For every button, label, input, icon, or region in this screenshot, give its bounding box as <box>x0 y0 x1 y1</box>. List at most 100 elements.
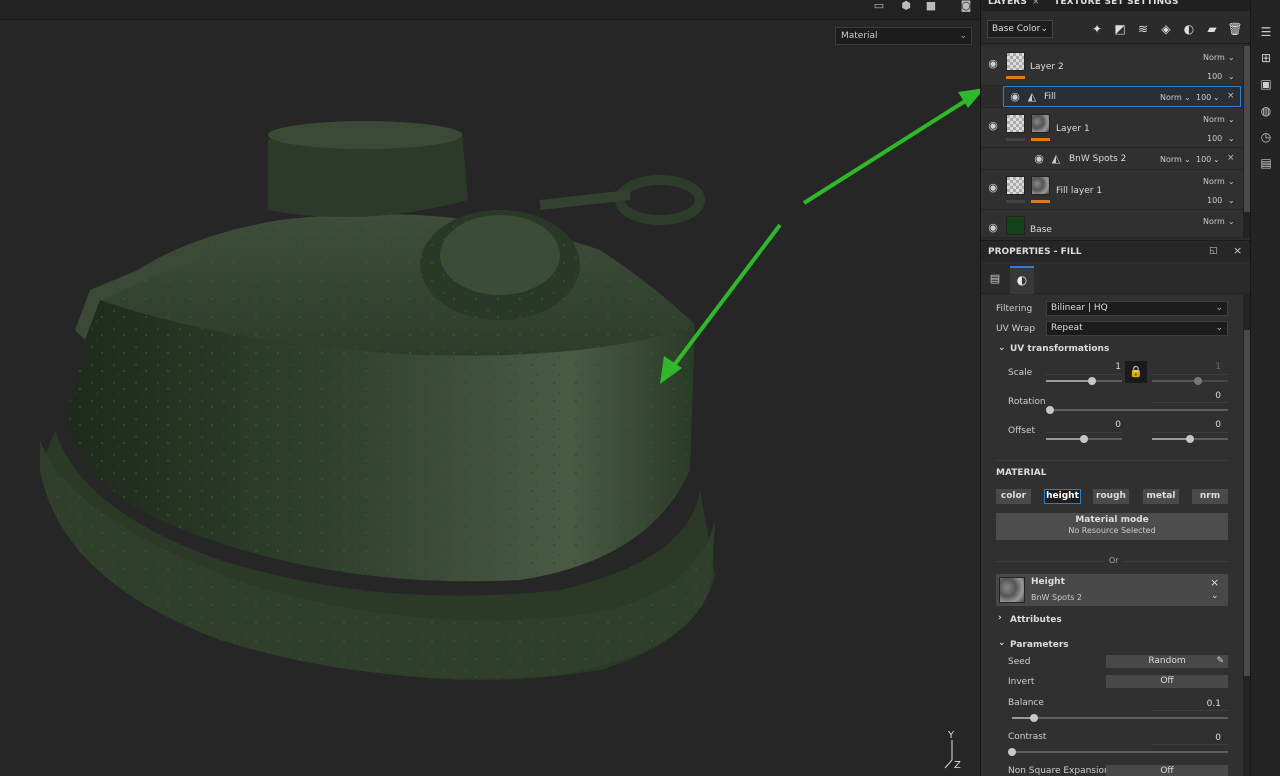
invert-toggle[interactable]: Off <box>1106 675 1228 688</box>
material-color-button[interactable]: color <box>996 489 1031 504</box>
shader-settings-icon[interactable]: ◍ <box>1258 103 1274 119</box>
blend-mode[interactable]: Norm <box>1203 115 1225 124</box>
opacity-value[interactable]: 100 <box>1207 134 1222 143</box>
remove-effect-button[interactable]: × <box>1227 153 1235 163</box>
material-nrm-button[interactable]: nrm <box>1192 489 1228 504</box>
chevron-down-icon[interactable]: ⌄ <box>1211 591 1219 601</box>
balance-knob[interactable] <box>1029 714 1038 722</box>
non-square-toggle[interactable]: Off <box>1106 765 1228 776</box>
eye-icon[interactable]: ◉ <box>986 222 1000 233</box>
blend-mode[interactable]: Norm <box>1160 93 1182 102</box>
offset-value[interactable]: 0 <box>1081 420 1121 430</box>
contrast-knob[interactable] <box>1008 748 1016 756</box>
eye-icon[interactable]: ◉ <box>986 182 1000 193</box>
layer-row[interactable]: ◉ Layer 1 Norm ⌄ 100 ⌄ <box>981 108 1243 148</box>
add-fill-layer-icon[interactable]: ◈ <box>1158 21 1174 37</box>
balance-slider[interactable] <box>1012 714 1228 722</box>
layer-row[interactable]: ◉ Base Norm ⌄ <box>981 210 1243 238</box>
blend-mode[interactable]: Norm <box>1160 155 1182 164</box>
edit-pencil-icon[interactable]: ✎ <box>1216 655 1224 668</box>
scale-value[interactable]: 1 <box>1081 362 1121 372</box>
offset-slider[interactable] <box>1046 435 1122 443</box>
material-mode-subtitle: No Resource Selected <box>1068 526 1156 535</box>
filtering-select[interactable]: Bilinear | HQ ⌄ <box>1046 301 1228 316</box>
offset-knob[interactable] <box>1080 435 1088 443</box>
camera-view-icon[interactable]: ▭ <box>870 0 888 14</box>
add-mask-icon[interactable]: ◩ <box>1112 21 1128 37</box>
opacity-value[interactable]: 100 <box>1207 196 1222 205</box>
offset-fill <box>1046 438 1084 440</box>
add-effect-icon[interactable]: ◐ <box>1181 21 1197 37</box>
material-mode-slot[interactable]: Material mode No Resource Selected <box>996 513 1228 540</box>
scale-knob[interactable] <box>1087 377 1096 385</box>
seed-value: Random <box>1148 656 1186 666</box>
rotation-knob[interactable] <box>1046 406 1054 414</box>
3d-viewport[interactable]: ▭ ⬢ ■ ◙ Material ⌄ Y Z <box>0 0 980 776</box>
rotation-slider[interactable] <box>1046 406 1228 414</box>
material-rough-button[interactable]: rough <box>1093 489 1129 504</box>
contrast-slider[interactable] <box>1008 748 1228 756</box>
rotation-value[interactable]: 0 <box>1181 391 1221 401</box>
texture-set-icon[interactable]: ⊞ <box>1258 50 1274 66</box>
remove-resource-button[interactable]: × <box>1210 576 1219 589</box>
blend-mode[interactable]: Norm <box>1203 177 1225 186</box>
offset-value-2[interactable]: 0 <box>1181 420 1221 430</box>
layers-panel-icon[interactable]: ☰ <box>1258 24 1274 40</box>
tab-layers[interactable]: LAYERS <box>988 0 1027 11</box>
blend-mode[interactable]: Norm <box>1203 53 1225 62</box>
eye-icon[interactable]: ◉ <box>986 120 1000 131</box>
magic-wand-icon[interactable]: ✦ <box>1089 21 1105 37</box>
contrast-value[interactable]: 0 <box>1181 733 1221 743</box>
chevron-down-icon[interactable]: ⌄ <box>998 638 1006 648</box>
add-layer-icon[interactable]: ≋ <box>1135 21 1151 37</box>
display-settings-icon[interactable]: ⬢ <box>897 0 915 14</box>
layer-row[interactable]: ◉ Layer 2 Norm ⌄ 100 ⌄ <box>981 46 1243 86</box>
attributes-header[interactable]: Attributes <box>1010 615 1062 625</box>
log-icon[interactable]: ▤ <box>1258 155 1274 171</box>
chevron-down-icon: ⌄ <box>1213 155 1220 164</box>
eye-icon[interactable]: ◉ <box>1008 91 1022 102</box>
material-metal-button[interactable]: metal <box>1143 489 1179 504</box>
lock-icon[interactable]: 🔒 <box>1125 361 1147 383</box>
close-icon[interactable]: × <box>1233 244 1242 257</box>
history-icon[interactable]: ◷ <box>1258 129 1274 145</box>
scale-slider[interactable] <box>1046 377 1122 385</box>
channel-select[interactable]: Base Color ⌄ <box>987 20 1053 38</box>
blend-mode[interactable]: Norm <box>1203 217 1225 226</box>
uv-wrap-select[interactable]: Repeat ⌄ <box>1046 321 1228 336</box>
video-icon[interactable]: ■ <box>922 0 940 14</box>
close-tab-button[interactable]: × <box>1032 0 1040 11</box>
layer-row-fill-selected[interactable]: ◉ ◭ Fill Norm ⌄ 100 ⌄ × <box>981 86 1243 108</box>
eye-icon[interactable]: ◉ <box>1032 153 1046 164</box>
scale-slider-2[interactable] <box>1152 377 1228 385</box>
scale-knob-2[interactable] <box>1193 377 1202 385</box>
scale-value-2[interactable]: 1 <box>1181 362 1221 372</box>
layer-row[interactable]: ◉ Fill layer 1 Norm ⌄ 100 ⌄ <box>981 170 1243 210</box>
opacity-value[interactable]: 100 <box>1196 93 1211 102</box>
float-panel-icon[interactable]: ◱ <box>1209 246 1218 256</box>
tab-texture-set-settings[interactable]: TEXTURE SET SETTINGS <box>1054 0 1179 11</box>
balance-value[interactable]: 0.1 <box>1181 699 1221 709</box>
chevron-down-icon[interactable]: ⌄ <box>998 343 1006 353</box>
screenshot-icon[interactable]: ◙ <box>957 0 975 14</box>
uv-transformations-header[interactable]: UV transformations <box>1010 344 1109 354</box>
viewport-mode-select[interactable]: Material ⌄ <box>835 27 972 45</box>
height-resource-slot[interactable]: Height BnW Spots 2 × ⌄ <box>996 574 1228 606</box>
parameters-header[interactable]: Parameters <box>1010 640 1069 650</box>
delete-layer-icon[interactable]: 🗑 <box>1227 21 1243 37</box>
opacity-value[interactable]: 100 <box>1207 72 1222 81</box>
layer-row[interactable]: ◉ ◭ BnW Spots 2 Norm ⌄ 100 ⌄ × <box>981 148 1243 170</box>
eye-icon[interactable]: ◉ <box>986 58 1000 69</box>
display-settings-icon[interactable]: ▣ <box>1258 76 1274 92</box>
opacity-value[interactable]: 100 <box>1196 155 1211 164</box>
remove-effect-button[interactable]: × <box>1227 91 1235 101</box>
offset-knob-2[interactable] <box>1186 435 1194 443</box>
chevron-right-icon[interactable]: › <box>998 613 1002 623</box>
settings-tab-icon[interactable]: ▤ <box>987 272 1003 288</box>
offset-slider-2[interactable] <box>1152 435 1228 443</box>
material-height-button[interactable]: height <box>1044 489 1081 504</box>
mask-color-tag <box>1031 138 1050 141</box>
material-tab-icon[interactable]: ◐ <box>1010 266 1034 294</box>
seed-random-button[interactable]: Random ✎ <box>1106 655 1228 668</box>
add-folder-icon[interactable]: ▰ <box>1204 21 1220 37</box>
